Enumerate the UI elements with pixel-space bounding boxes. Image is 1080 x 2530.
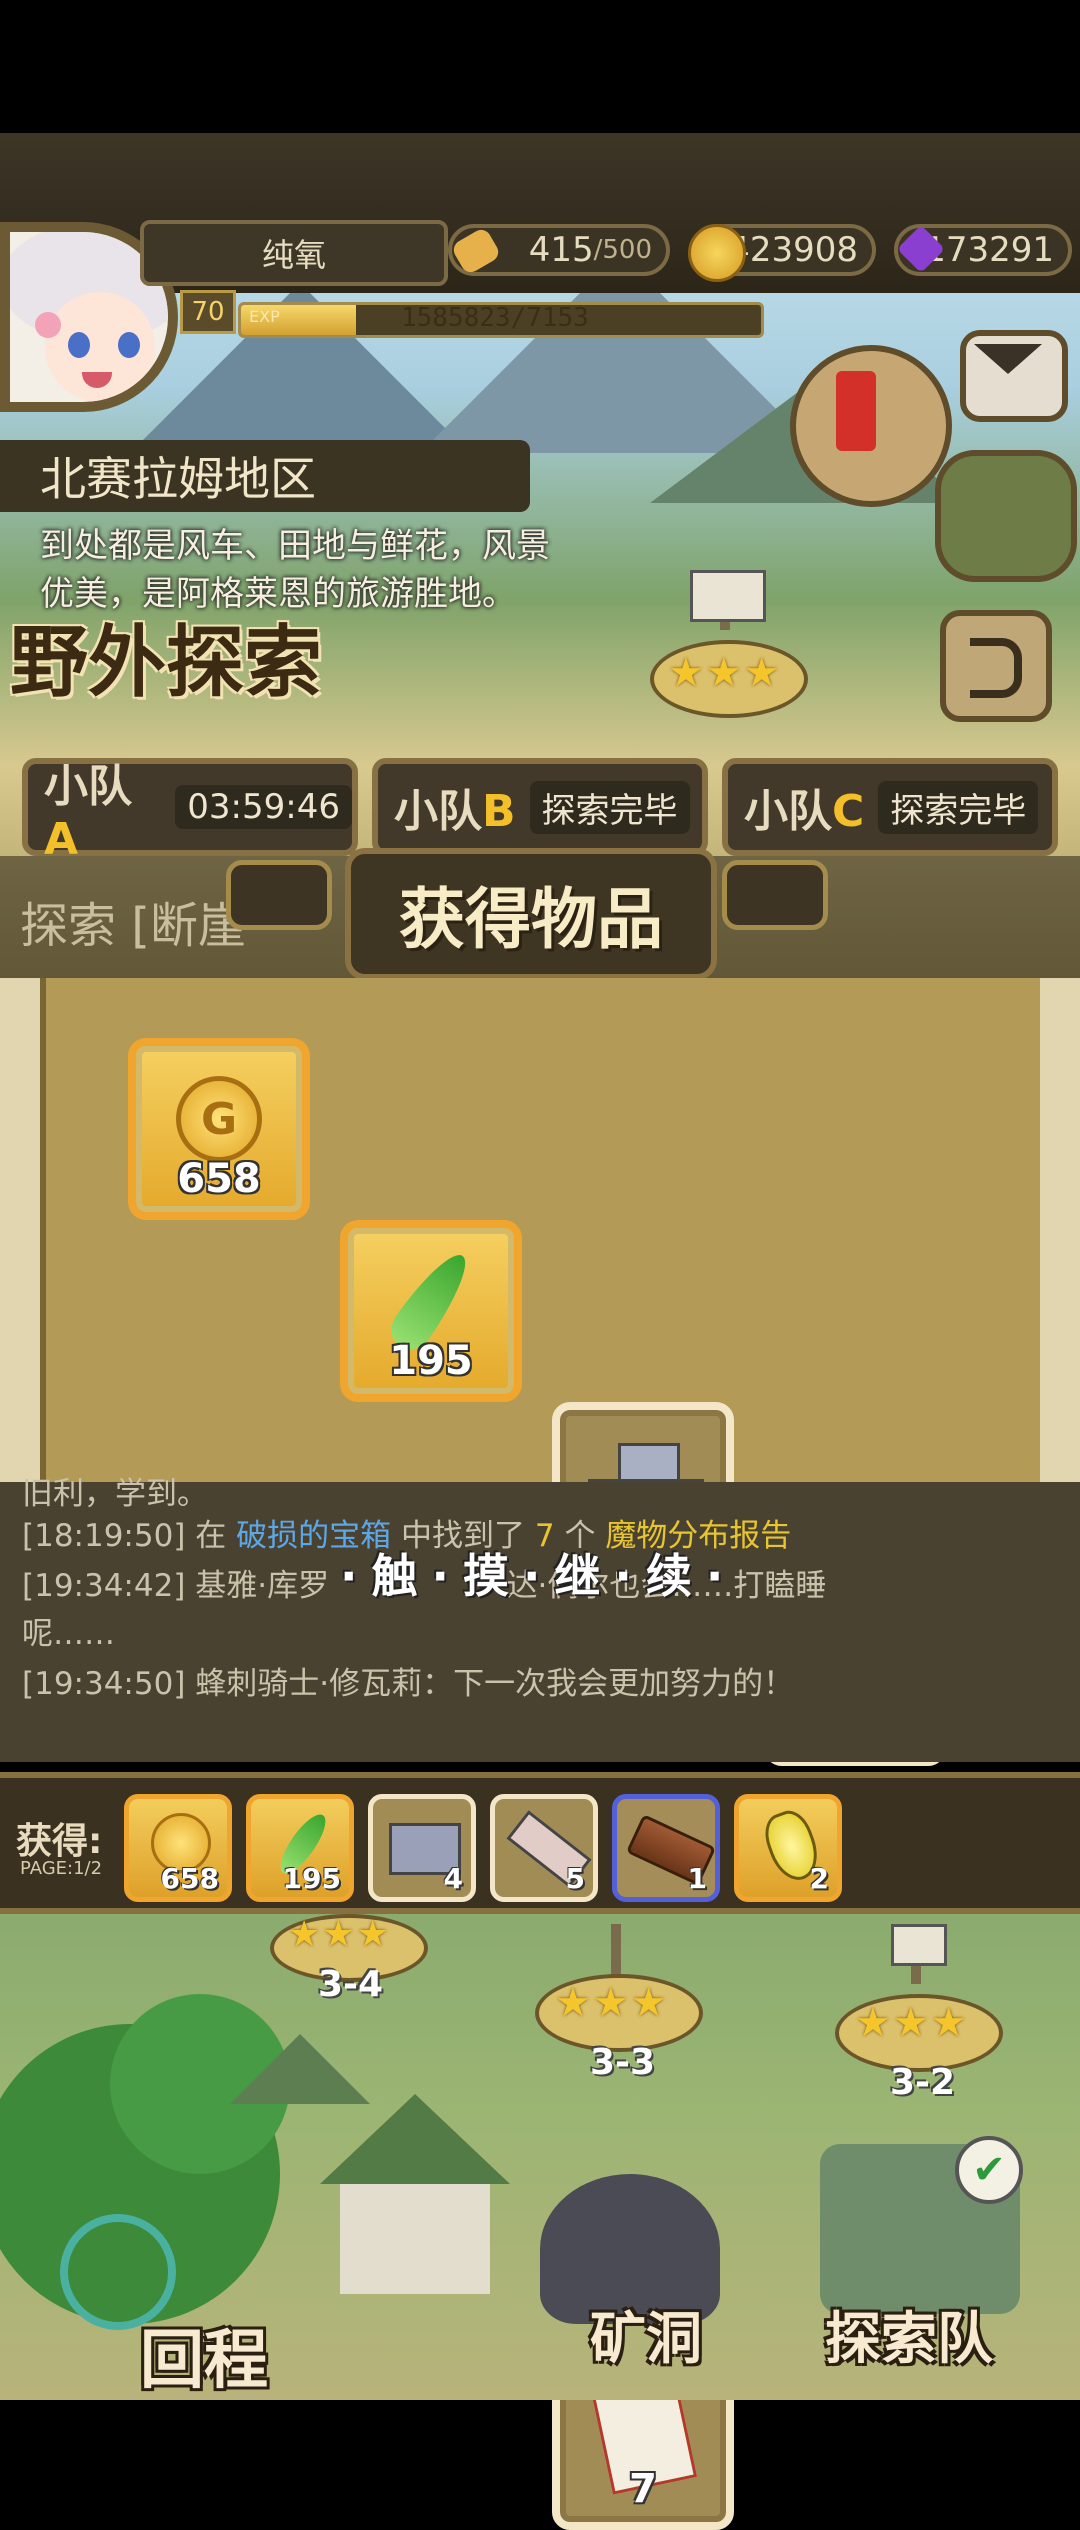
stage-stars: ★ ★ ★	[555, 1980, 667, 2026]
dialog-tab-right	[722, 860, 828, 930]
gold-counter[interactable]: 423908	[688, 224, 876, 282]
team-b-bar[interactable]: 小队B 探索完毕	[372, 758, 708, 856]
player-level: 70	[180, 290, 236, 334]
region-description-line1: 到处都是风车、田地与鲜花，风景	[40, 526, 550, 566]
mail-icon[interactable]	[960, 330, 1068, 422]
exp-label: EXP	[249, 307, 280, 326]
house-roof	[230, 2034, 370, 2104]
gold-value: 423908	[728, 230, 858, 270]
item-count: 195	[389, 1338, 473, 1384]
exp-value: 1585823/7153	[401, 303, 589, 333]
stamina-value: 415	[528, 230, 594, 270]
world-map: ✔ ★ ★ ★ 3-4 ★ ★ ★ 3-3 ★ ★ ★ 3-2 回程 矿洞 探索队	[0, 1914, 1080, 2400]
gold-coin-icon	[688, 224, 746, 282]
item-count: 195	[282, 1862, 341, 1895]
item-count: 5	[565, 1862, 585, 1895]
house	[340, 2184, 490, 2294]
stage-label: 3-4	[318, 1964, 384, 2005]
gem-value: 173291	[924, 230, 1054, 270]
stamina-counter[interactable]: 415/500	[448, 224, 670, 276]
exp-bar: EXP 1585823/7153	[238, 302, 764, 338]
team-a-bar[interactable]: 小队A 03:59:46	[22, 758, 358, 865]
team-c-bar[interactable]: 小队C 探索完毕	[722, 758, 1058, 856]
obtained-item-gold[interactable]: 658	[124, 1794, 232, 1902]
team-a-name: 小队A	[44, 760, 132, 865]
stage-marker-3-3[interactable]: ★ ★ ★ 3-3	[535, 1924, 703, 2104]
player-name: 纯氧	[140, 220, 448, 286]
return-arrow-icon[interactable]	[940, 610, 1052, 722]
event-log: 旧利，学到。 [18:19:50] 在 破损的宝箱 中找到了 7 个 魔物分布报…	[0, 1476, 1080, 1762]
obtained-item-potion[interactable]: 2	[734, 1794, 842, 1902]
obtained-label: 获得:	[16, 1821, 103, 1862]
stage-stars: ★ ★ ★	[668, 650, 780, 696]
touch-to-continue[interactable]: ·触·摸·继·续·	[340, 1540, 737, 1606]
quest-scroll-icon[interactable]	[790, 345, 952, 507]
obtained-page: PAGE:1/2	[20, 1858, 103, 1879]
dialog-tab-left	[226, 860, 332, 930]
gem-counter[interactable]: 173291	[894, 224, 1072, 276]
team-b-status: 探索完毕	[529, 780, 690, 834]
item-count: 7	[629, 2466, 657, 2512]
stage-marker-3-2[interactable]: ★ ★ ★ 3-2	[835, 1924, 1003, 2104]
explore-location-text: 探索 [断崖	[20, 898, 246, 954]
item-count: 1	[687, 1862, 707, 1895]
stage-marker-3-c3[interactable]: ★ ★ ★	[650, 570, 808, 740]
obtained-item-stone-blocks[interactable]: 4	[368, 1794, 476, 1902]
log-line: [19:34:50] 蜂刺骑士·修瓦莉：下一次我会更加努力的！	[22, 1666, 795, 1702]
stamina-max: /500	[593, 235, 652, 265]
team-c-name: 小队C	[744, 786, 865, 837]
stage-label: 3-2	[890, 2062, 956, 2103]
explore-team-button[interactable]: 探索队	[825, 2294, 993, 2375]
team-b-name: 小队B	[394, 786, 516, 837]
item-count: 658	[177, 1156, 261, 1202]
stage-stars: ★ ★ ★	[855, 2000, 967, 2046]
log-line-cont: 呢……	[22, 1616, 115, 1652]
gold-coin-icon: G	[176, 1076, 262, 1163]
item-count: 4	[443, 1862, 463, 1895]
obtained-item-feather[interactable]: 195	[246, 1794, 354, 1902]
item-count: 2	[809, 1862, 829, 1895]
dialog-title: 获得物品	[345, 848, 717, 980]
checkmark-icon: ✔	[955, 2136, 1023, 2204]
region-name: 北赛拉姆地区	[0, 440, 530, 512]
page-title: 野外探索	[10, 618, 323, 708]
team-a-status: 03:59:46	[175, 785, 352, 829]
log-line-partial: 旧利，学到。	[22, 1476, 208, 1512]
stage-marker-3-4[interactable]: ★ ★ ★ 3-4	[270, 1914, 428, 2024]
stage-label: 3-3	[590, 2042, 656, 2083]
house-roof	[320, 2094, 510, 2184]
status-bar-area	[0, 0, 1080, 133]
team-c-status: 探索完毕	[878, 780, 1039, 834]
item-slot-feather[interactable]: 195	[340, 1220, 522, 1402]
item-slot-gold[interactable]: G 658	[128, 1038, 310, 1220]
backpack-icon[interactable]	[935, 450, 1077, 582]
item-count: 658	[160, 1862, 219, 1895]
mine-button[interactable]: 矿洞	[590, 2294, 702, 2375]
obtained-item-wood[interactable]: 1	[612, 1794, 720, 1902]
stage-stars: ★ ★ ★	[288, 1914, 389, 1955]
obtained-item-stone-slab[interactable]: 5	[490, 1794, 598, 1902]
return-trip-button[interactable]: 回程	[140, 2309, 268, 2401]
bread-icon	[450, 226, 502, 276]
